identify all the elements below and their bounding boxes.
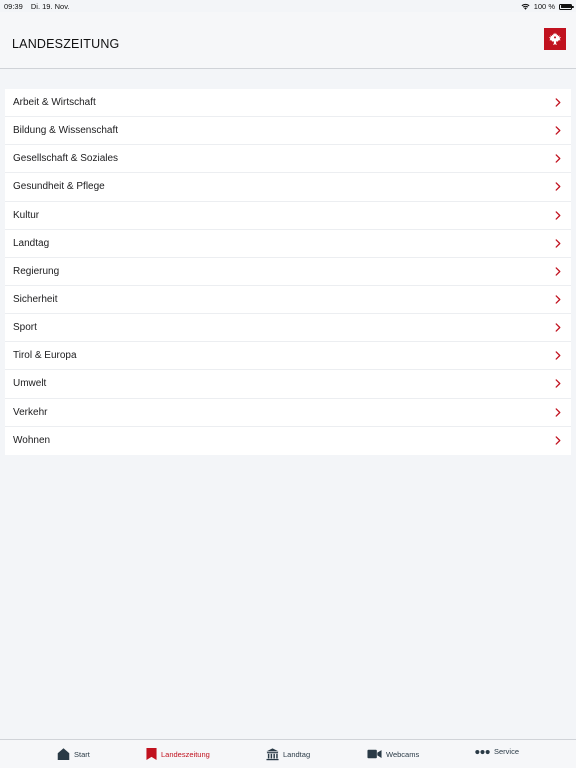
chevron-right-icon <box>555 182 561 192</box>
tab-landeszeitung-label: Landeszeitung <box>161 749 210 759</box>
chevron-right-icon <box>555 210 561 220</box>
tyrol-eagle-crest-icon[interactable] <box>544 28 566 50</box>
tab-start-label: Start <box>74 749 90 759</box>
tab-landtag-label: Landtag <box>283 749 311 759</box>
video-camera-icon <box>367 749 382 759</box>
list-item[interactable]: Tirol & Europa <box>5 342 571 371</box>
tab-landtag[interactable]: Landtag <box>266 747 310 761</box>
list-item[interactable]: Arbeit & Wirtschaft <box>5 89 571 118</box>
tab-webcams-label: Webcams <box>386 749 420 759</box>
tab-service-label: Service <box>494 747 520 756</box>
tab-webcams[interactable]: Webcams <box>367 747 419 761</box>
list-item-label: Gesundheit & Pflege <box>13 181 105 193</box>
list-item[interactable]: Kultur <box>5 202 571 230</box>
house-icon <box>57 748 70 761</box>
list-item-label: Sport <box>13 322 37 334</box>
chevron-right-icon <box>555 239 561 248</box>
list-item-label: Gesellschaft & Soziales <box>13 153 119 165</box>
bookmark-icon <box>146 748 157 760</box>
status-bar: 09:39 Di. 19. Nov. 100 % <box>0 0 576 12</box>
list-item-label: Kultur <box>13 209 40 221</box>
list-item-label: Sicherheit <box>13 294 58 306</box>
list-item[interactable]: Wohnen <box>5 427 571 455</box>
list-item-label: Landtag <box>13 237 50 249</box>
chevron-right-icon <box>555 351 561 361</box>
status-time: 09:39 <box>4 2 23 11</box>
battery-icon <box>559 3 574 10</box>
chevron-right-icon <box>555 407 561 417</box>
status-date: Di. 19. Nov. <box>30 2 70 11</box>
list-item[interactable]: Umwelt <box>5 370 571 399</box>
chevron-right-icon <box>555 379 561 389</box>
list-item-label: Umwelt <box>13 378 47 390</box>
list-item[interactable]: Landtag <box>5 230 571 258</box>
chevron-right-icon <box>555 267 561 276</box>
tab-service[interactable]: Service <box>475 747 519 756</box>
wifi-icon <box>521 3 530 10</box>
more-dots-icon <box>475 749 490 754</box>
battery-percent: 100 % <box>533 2 555 11</box>
chevron-right-icon <box>555 436 561 445</box>
list-item[interactable]: Gesellschaft & Soziales <box>5 145 571 174</box>
list-item[interactable]: Sport <box>5 314 571 343</box>
chevron-right-icon <box>555 154 561 164</box>
list-item-label: Wohnen <box>13 435 51 447</box>
chevron-right-icon <box>555 323 561 332</box>
chevron-right-icon <box>555 98 561 107</box>
chevron-right-icon <box>555 295 561 304</box>
list-item[interactable]: Regierung <box>5 258 571 286</box>
list-item[interactable]: Sicherheit <box>5 286 571 315</box>
tab-landeszeitung[interactable]: Landeszeitung <box>146 747 210 761</box>
list-item-label: Regierung <box>13 265 60 277</box>
list-item-label: Bildung & Wissenschaft <box>13 125 119 137</box>
parliament-icon <box>266 748 279 761</box>
category-list: Arbeit & Wirtschaft Bildung & Wissenschaf… <box>5 89 571 455</box>
list-item[interactable]: Bildung & Wissenschaft <box>5 117 571 146</box>
tab-bar: Start Landeszeitung Landtag Webcams Serv… <box>0 739 576 768</box>
list-item[interactable]: Gesundheit & Pflege <box>5 173 571 202</box>
list-item-label: Tirol & Europa <box>13 350 77 362</box>
list-item-label: Verkehr <box>13 406 48 418</box>
page-title: LANDESZEITUNG <box>12 37 120 51</box>
list-item[interactable]: Verkehr <box>5 399 571 427</box>
chevron-right-icon <box>555 126 561 135</box>
tab-start[interactable]: Start <box>57 747 90 761</box>
list-item-label: Arbeit & Wirtschaft <box>13 97 96 109</box>
